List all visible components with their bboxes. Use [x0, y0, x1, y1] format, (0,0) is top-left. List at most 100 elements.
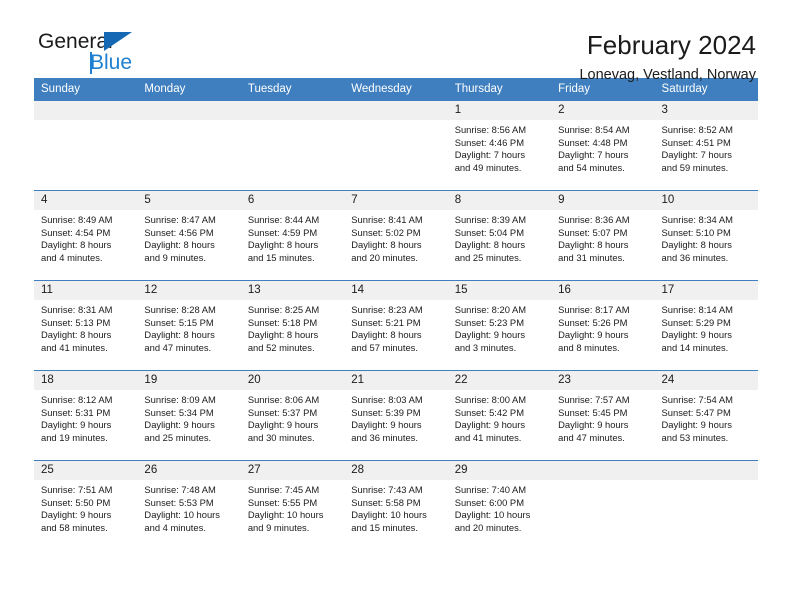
calendar-day-cell[interactable]: 21 Sunrise: 8:03 AM Sunset: 5:39 PM Dayligh…: [344, 370, 448, 461]
day-number: 26: [137, 461, 241, 480]
sun-info: Sunrise: 8:41 AM Sunset: 5:02 PM Daylight:…: [344, 210, 447, 264]
day-number: [344, 101, 448, 120]
sun-info: Sunrise: 8:54 AM Sunset: 4:48 PM Daylight:…: [551, 120, 654, 174]
day-number: 27: [240, 461, 345, 480]
calendar-day-cell[interactable]: 26 Sunrise: 7:48 AM Sunset: 5:53 PM Dayligh…: [137, 460, 241, 550]
sun-info-line: Sunset: 5:53 PM: [144, 496, 214, 508]
sun-info-line: and 15 minutes.: [247, 251, 315, 263]
day-cell-inner: 19 Sunrise: 8:09 AM Sunset: 5:34 PM Dayligh…: [137, 371, 241, 460]
calendar-day-cell[interactable]: 12 Sunrise: 8:28 AM Sunset: 5:15 PM Dayligh…: [137, 280, 241, 371]
calendar-day-cell[interactable]: 14 Sunrise: 8:23 AM Sunset: 5:21 PM Dayligh…: [344, 280, 448, 371]
calendar-day-cell[interactable]: 1 Sunrise: 8:56 AM Sunset: 4:46 PM Daylight…: [447, 101, 552, 191]
calendar-day-cell[interactable]: 28 Sunrise: 7:43 AM Sunset: 5:58 PM Dayligh…: [344, 460, 448, 550]
sun-info-line: and 47 minutes.: [558, 431, 625, 443]
sun-info-line: Sunrise: 8:52 AM: [661, 124, 733, 135]
sun-info-line: Sunset: 5:26 PM: [558, 316, 628, 328]
day-cell-inner: 18 Sunrise: 8:12 AM Sunset: 5:31 PM Dayligh…: [34, 371, 138, 460]
calendar-day-cell[interactable]: 17 Sunrise: 8:14 AM Sunset: 5:29 PM Dayligh…: [654, 280, 758, 371]
calendar-day-cell[interactable]: 22 Sunrise: 8:00 AM Sunset: 5:42 PM Dayligh…: [447, 370, 552, 461]
day-cell-inner: 3 Sunrise: 8:52 AM Sunset: 4:51 PM Daylight…: [654, 101, 758, 190]
calendar-day-cell[interactable]: 8 Sunrise: 8:39 AM Sunset: 5:04 PM Daylight…: [447, 190, 552, 281]
day-cell-inner: 23 Sunrise: 7:57 AM Sunset: 5:45 PM Dayligh…: [551, 371, 655, 460]
calendar-day-cell[interactable]: 16 Sunrise: 8:17 AM Sunset: 5:26 PM Dayligh…: [551, 280, 655, 371]
sun-info: Sunrise: 8:06 AM Sunset: 5:37 PM Daylight:…: [241, 390, 344, 444]
sun-info-line: Sunset: 5:02 PM: [351, 226, 421, 238]
calendar-day-cell[interactable]: 13 Sunrise: 8:25 AM Sunset: 5:18 PM Dayligh…: [240, 280, 345, 371]
sun-info-line: Daylight: 9 hours: [661, 329, 732, 341]
calendar-day-cell[interactable]: 4 Sunrise: 8:49 AM Sunset: 4:54 PM Daylight…: [34, 190, 138, 281]
sun-info-line: Daylight: 8 hours: [247, 239, 319, 251]
sun-info-line: Daylight: 9 hours: [558, 329, 629, 341]
sun-info: Sunrise: 8:49 AM Sunset: 4:54 PM Daylight:…: [34, 210, 137, 264]
day-number: 19: [137, 371, 241, 390]
calendar-day-cell[interactable]: 5 Sunrise: 8:47 AM Sunset: 4:56 PM Daylight…: [137, 190, 241, 281]
sun-info-line: and 9 minutes.: [247, 521, 310, 533]
sun-info: Sunrise: 8:20 AM Sunset: 5:23 PM Daylight:…: [448, 300, 551, 354]
day-cell-inner: [240, 101, 345, 190]
sun-info-line: and 57 minutes.: [351, 341, 418, 353]
calendar-day-cell[interactable]: 6 Sunrise: 8:44 AM Sunset: 4:59 PM Daylight…: [240, 190, 345, 281]
sun-info: Sunrise: 8:23 AM Sunset: 5:21 PM Daylight:…: [344, 300, 447, 354]
calendar-day-cell[interactable]: 9 Sunrise: 8:36 AM Sunset: 5:07 PM Daylight…: [551, 190, 655, 281]
day-number: 28: [344, 461, 448, 480]
calendar-day-cell[interactable]: 15 Sunrise: 8:20 AM Sunset: 5:23 PM Dayligh…: [447, 280, 552, 371]
sun-info: Sunrise: 8:17 AM Sunset: 5:26 PM Daylight:…: [551, 300, 654, 354]
day-number: [240, 101, 345, 120]
sun-info: Sunrise: 7:40 AM Sunset: 6:00 PM Daylight:…: [448, 480, 551, 534]
calendar-week-row: 4 Sunrise: 8:49 AM Sunset: 4:54 PM Daylight…: [34, 190, 758, 281]
page-title: February 2024: [586, 30, 756, 60]
sun-info-line: and 36 minutes.: [661, 251, 729, 263]
weekday-header-thursday: Thursday: [447, 78, 552, 101]
sun-info-line: Daylight: 7 hours: [558, 149, 629, 161]
day-cell-inner: 21 Sunrise: 8:03 AM Sunset: 5:39 PM Dayligh…: [344, 371, 448, 460]
weekday-header-wednesday: Wednesday: [344, 78, 448, 101]
calendar-day-cell[interactable]: 24 Sunrise: 7:54 AM Sunset: 5:47 PM Dayligh…: [654, 370, 758, 461]
sun-info-line: Sunset: 4:46 PM: [454, 136, 524, 148]
calendar-day-cell[interactable]: 11 Sunrise: 8:31 AM Sunset: 5:13 PM Dayligh…: [34, 280, 138, 371]
day-number: 10: [654, 191, 758, 210]
sun-info-line: Sunrise: 7:40 AM: [454, 484, 527, 495]
day-cell-inner: 27 Sunrise: 7:45 AM Sunset: 5:55 PM Dayligh…: [240, 461, 345, 550]
day-number: 1: [447, 101, 552, 120]
sun-info-line: Daylight: 9 hours: [454, 329, 526, 341]
sun-info-line: Daylight: 8 hours: [558, 239, 629, 251]
calendar-day-cell[interactable]: 2 Sunrise: 8:54 AM Sunset: 4:48 PM Daylight…: [551, 101, 655, 191]
day-cell-inner: [551, 461, 655, 550]
sun-info-line: Sunrise: 8:03 AM: [351, 394, 423, 405]
day-number: [551, 461, 655, 480]
day-cell-inner: 20 Sunrise: 8:06 AM Sunset: 5:37 PM Dayligh…: [240, 371, 345, 460]
calendar-day-cell[interactable]: 19 Sunrise: 8:09 AM Sunset: 5:34 PM Dayligh…: [137, 370, 241, 461]
triangle-icon: [104, 32, 132, 51]
sun-info-line: and 20 minutes.: [351, 251, 418, 263]
calendar-page: General Blue February 2024 Lonevag, Vest…: [0, 0, 792, 612]
calendar-day-cell[interactable]: 3 Sunrise: 8:52 AM Sunset: 4:51 PM Daylight…: [654, 101, 758, 191]
day-number: 25: [34, 461, 138, 480]
calendar-day-cell[interactable]: 25 Sunrise: 7:51 AM Sunset: 5:50 PM Dayligh…: [34, 460, 138, 550]
sun-info-line: Sunset: 4:56 PM: [144, 226, 214, 238]
day-number: 24: [654, 371, 758, 390]
sun-info-line: Sunrise: 8:14 AM: [661, 304, 733, 315]
calendar-day-cell[interactable]: 27 Sunrise: 7:45 AM Sunset: 5:55 PM Dayligh…: [240, 460, 345, 550]
calendar-week-row: 11 Sunrise: 8:31 AM Sunset: 5:13 PM Dayligh…: [34, 280, 758, 371]
day-cell-inner: 26 Sunrise: 7:48 AM Sunset: 5:53 PM Dayligh…: [137, 461, 241, 550]
sun-info-line: Sunset: 5:07 PM: [558, 226, 628, 238]
day-number: 5: [137, 191, 241, 210]
day-number: 29: [447, 461, 552, 480]
calendar-day-cell[interactable]: 29 Sunrise: 7:40 AM Sunset: 6:00 PM Dayligh…: [447, 460, 552, 550]
calendar-day-cell[interactable]: 18 Sunrise: 8:12 AM Sunset: 5:31 PM Dayligh…: [34, 370, 138, 461]
sun-info-line: Sunset: 5:18 PM: [247, 316, 318, 328]
sun-info-line: Sunset: 5:15 PM: [144, 316, 214, 328]
calendar-day-cell[interactable]: 23 Sunrise: 7:57 AM Sunset: 5:45 PM Dayligh…: [551, 370, 655, 461]
sun-info-line: Daylight: 9 hours: [41, 509, 112, 521]
sun-info-line: Sunrise: 8:31 AM: [41, 304, 113, 315]
calendar-grid: Sunday Monday Tuesday Wednesday Thursday…: [34, 78, 758, 550]
calendar-day-cell[interactable]: 10 Sunrise: 8:34 AM Sunset: 5:10 PM Dayligh…: [654, 190, 758, 281]
calendar-day-cell[interactable]: 20 Sunrise: 8:06 AM Sunset: 5:37 PM Dayligh…: [240, 370, 345, 461]
day-cell-inner: 16 Sunrise: 8:17 AM Sunset: 5:26 PM Dayligh…: [551, 281, 655, 370]
day-number: 6: [240, 191, 345, 210]
sun-info-line: and 31 minutes.: [558, 251, 625, 263]
logo-text-blue: Blue: [90, 51, 133, 74]
calendar-day-cell[interactable]: 7 Sunrise: 8:41 AM Sunset: 5:02 PM Daylight…: [344, 190, 448, 281]
calendar-day-cell-empty: [34, 101, 138, 191]
sun-info-line: Sunrise: 8:56 AM: [454, 124, 527, 135]
